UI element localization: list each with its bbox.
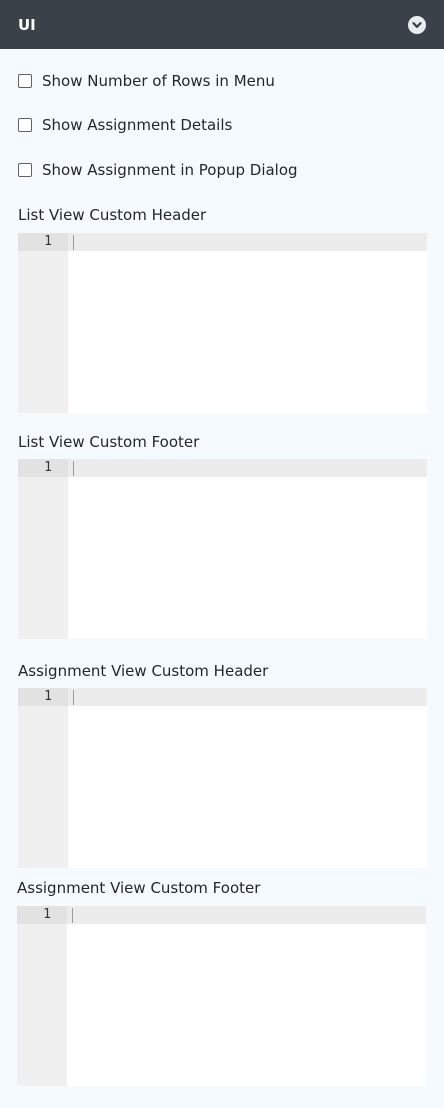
option-show-rows-in-menu[interactable]: Show Number of Rows in Menu <box>18 72 275 90</box>
text-cursor <box>73 461 74 476</box>
option-label: Show Assignment in Popup Dialog <box>42 161 298 179</box>
assignment-header-editor[interactable]: 1 <box>18 688 427 868</box>
show-rows-checkbox[interactable] <box>18 74 32 88</box>
panel-header[interactable]: UI <box>0 0 444 49</box>
show-details-checkbox[interactable] <box>18 118 32 132</box>
active-line <box>17 906 426 924</box>
list-footer-editor[interactable]: 1 <box>18 459 427 639</box>
assignment-footer-editor[interactable]: 1 <box>17 906 426 1086</box>
list-header-editor[interactable]: 1 <box>18 233 427 413</box>
option-show-assignment-popup[interactable]: Show Assignment in Popup Dialog <box>18 161 298 179</box>
editor-gutter <box>18 233 68 413</box>
option-show-assignment-details[interactable]: Show Assignment Details <box>18 116 232 134</box>
line-number: 1 <box>44 460 52 475</box>
editor-gutter <box>18 688 68 868</box>
text-cursor <box>72 908 73 923</box>
option-label: Show Number of Rows in Menu <box>42 72 275 90</box>
active-line <box>18 233 427 251</box>
assignment-header-label: Assignment View Custom Header <box>18 662 269 680</box>
line-number: 1 <box>44 234 52 249</box>
active-line <box>18 459 427 477</box>
show-popup-checkbox[interactable] <box>18 163 32 177</box>
option-label: Show Assignment Details <box>42 116 233 134</box>
assignment-footer-label: Assignment View Custom Footer <box>17 879 261 897</box>
editor-gutter <box>18 459 68 639</box>
editor-gutter <box>17 906 67 1086</box>
text-cursor <box>73 235 74 250</box>
chevron-down-icon[interactable] <box>408 15 426 34</box>
active-line <box>18 688 427 706</box>
panel-title: UI <box>18 15 36 34</box>
list-header-label: List View Custom Header <box>18 206 207 224</box>
list-footer-label: List View Custom Footer <box>18 433 200 451</box>
line-number: 1 <box>43 907 51 922</box>
line-number: 1 <box>44 689 52 704</box>
text-cursor <box>73 690 74 705</box>
